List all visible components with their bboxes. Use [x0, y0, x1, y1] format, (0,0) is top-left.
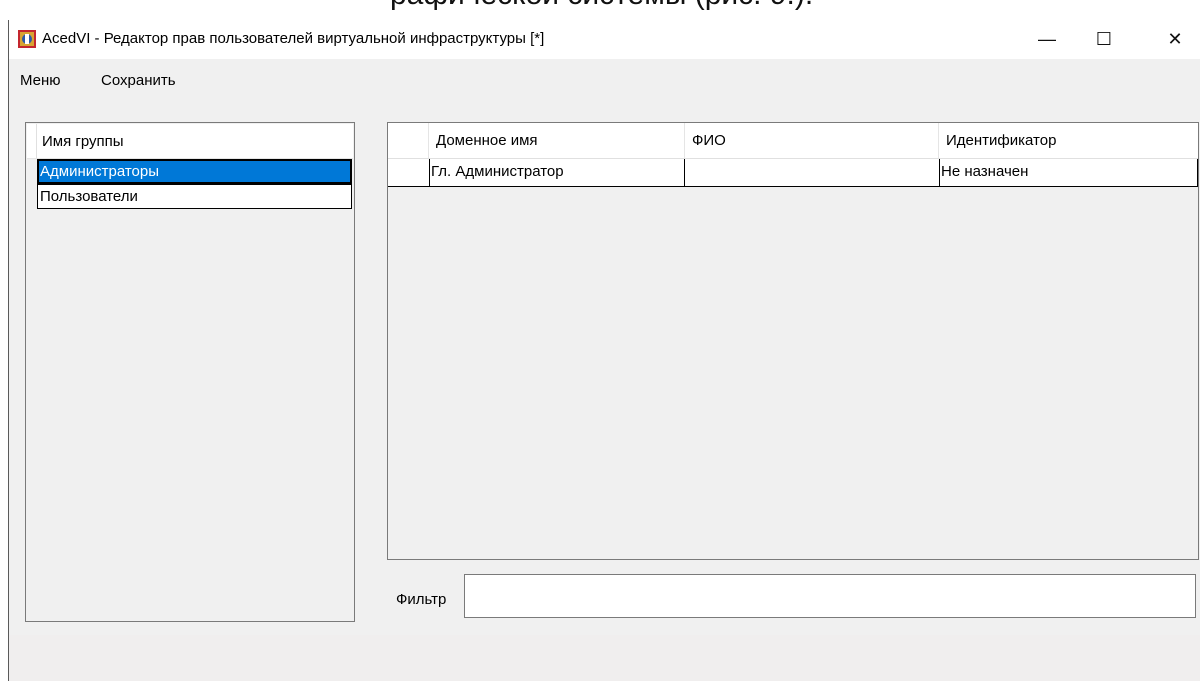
minimize-icon: —: [1038, 29, 1056, 49]
document-text-fragment: рафической системы (рис. 9.).: [0, 0, 1200, 20]
cell-identifier[interactable]: Не назначен: [940, 159, 1197, 186]
maximize-button[interactable]: ☐: [1081, 20, 1127, 59]
menu-bar: Меню Сохранить: [9, 59, 1200, 101]
cell-text: Гл. Администратор: [431, 163, 564, 180]
filter-input[interactable]: [464, 574, 1196, 618]
group-row-administrators[interactable]: Администраторы: [37, 159, 352, 184]
header-row-selector: [27, 124, 37, 158]
groups-list[interactable]: Имя группы Администраторы Пользователи: [25, 122, 355, 622]
column-header-label: ФИО: [692, 132, 726, 149]
title-bar[interactable]: AcedVI - Редактор прав пользователей вир…: [9, 20, 1200, 59]
menu-item-menu[interactable]: Меню: [20, 72, 61, 89]
cell-full-name[interactable]: [685, 159, 940, 186]
close-button[interactable]: ✕: [1152, 20, 1198, 59]
groups-list-header[interactable]: Имя группы: [27, 124, 353, 159]
close-icon: ✕: [1167, 29, 1183, 49]
app-shield-icon: [18, 30, 36, 48]
group-row-label: Администраторы: [40, 163, 160, 180]
minimize-button[interactable]: —: [1024, 20, 1070, 59]
users-grid-header: Доменное имя ФИО Идентификатор: [388, 123, 1198, 159]
column-header-identifier[interactable]: Идентификатор: [939, 123, 1198, 158]
column-header-group-name[interactable]: Имя группы: [42, 133, 124, 150]
group-row-label: Пользователи: [40, 188, 138, 205]
users-grid[interactable]: Доменное имя ФИО Идентификатор Гл. Админ…: [387, 122, 1199, 560]
fragment-text: рафической системы (рис. 9.).: [390, 0, 813, 12]
column-header-label: Доменное имя: [436, 132, 538, 149]
window-title: AcedVI - Редактор прав пользователей вир…: [42, 30, 545, 47]
row-selector[interactable]: [388, 159, 430, 186]
status-bar: [9, 635, 1200, 681]
cell-text: Не назначен: [941, 163, 1029, 180]
column-header-domain-name[interactable]: Доменное имя: [429, 123, 685, 158]
menu-item-save[interactable]: Сохранить: [101, 72, 176, 89]
group-row-users[interactable]: Пользователи: [37, 184, 352, 209]
maximize-icon: ☐: [1095, 29, 1113, 49]
row-header-corner[interactable]: [388, 123, 429, 158]
cell-domain-name[interactable]: Гл. Администратор: [430, 159, 685, 186]
column-header-label: Идентификатор: [946, 132, 1057, 149]
app-window: AcedVI - Редактор прав пользователей вир…: [8, 20, 1200, 681]
column-header-full-name[interactable]: ФИО: [685, 123, 939, 158]
table-row[interactable]: Гл. Администратор Не назначен: [388, 159, 1198, 187]
filter-label: Фильтр: [396, 591, 447, 608]
